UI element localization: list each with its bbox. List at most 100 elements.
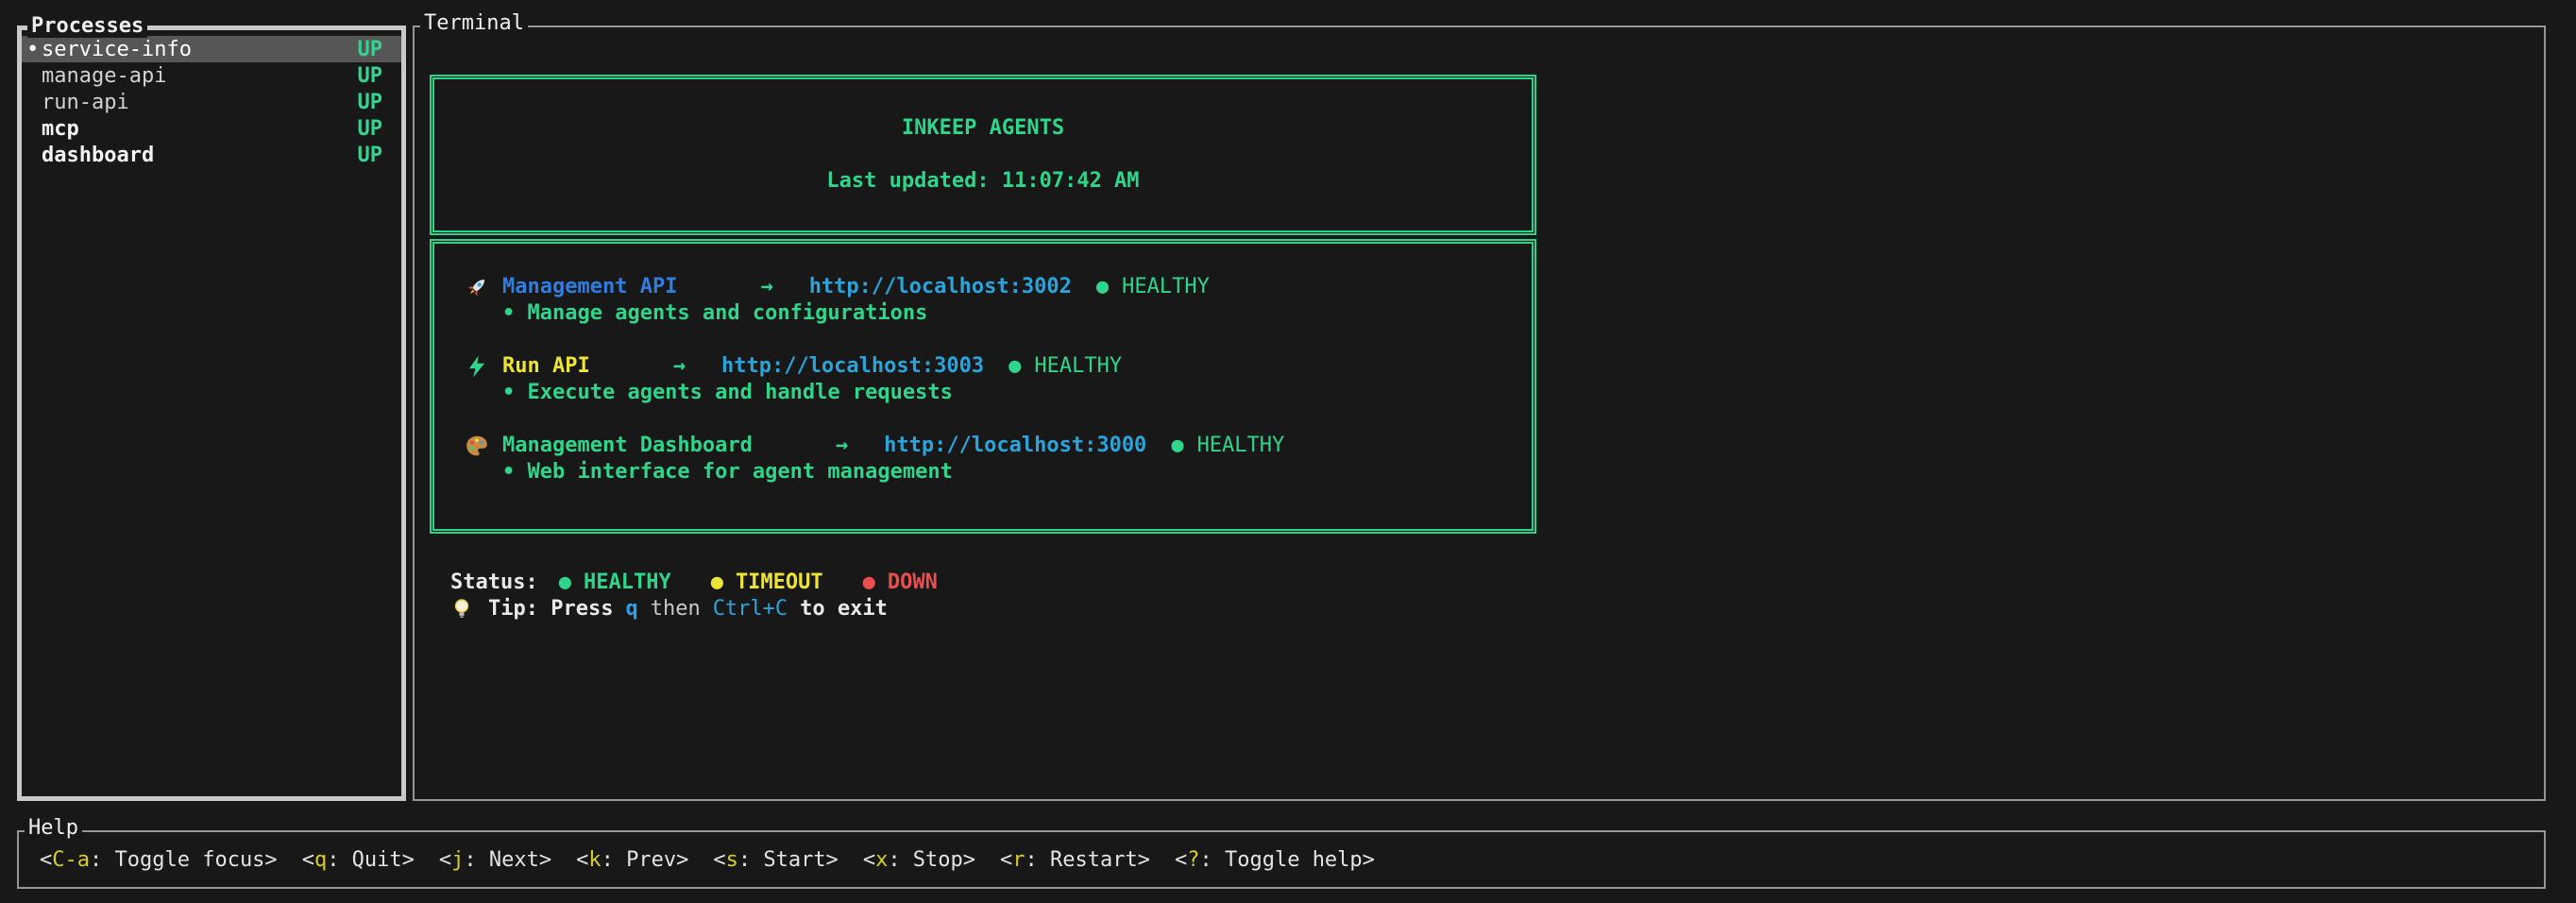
process-name: service-info (42, 38, 358, 61)
process-row-service-info[interactable]: • service-info UP (22, 36, 401, 62)
services-box: Management API → http://localhost:3002 ●… (430, 239, 1536, 534)
shortcut-key: s (726, 848, 738, 872)
service-url[interactable]: http://localhost:3003 (721, 353, 984, 380)
shortcut-open-bracket: < (1175, 848, 1187, 872)
selected-bullet (26, 117, 42, 141)
shortcut-open-bracket: < (863, 848, 875, 872)
selected-bullet (26, 144, 42, 167)
lightning-icon (465, 354, 502, 379)
shortcut-open-bracket: < (576, 848, 588, 872)
shortcut-key: j (451, 848, 464, 872)
shortcut-label: : Restart> (1025, 848, 1150, 872)
tip-line: Tip: Press q then Ctrl+C to exit (450, 596, 900, 622)
health-dot-icon: ● (1008, 353, 1021, 380)
health-dot-icon: ● (1096, 274, 1109, 300)
shortcut-toggle-help: <?: Toggle help> (1175, 848, 1375, 872)
service-name: Management Dashboard (502, 433, 753, 459)
selected-bullet: • (26, 38, 42, 61)
help-bar: Help <C-a: Toggle focus> <q: Quit> <j: N… (17, 830, 2546, 889)
shortcut-open-bracket: < (302, 848, 314, 872)
process-row-dashboard[interactable]: dashboard UP (22, 142, 401, 168)
palette-icon (465, 434, 502, 458)
shortcut-stop: <x: Stop> (863, 848, 975, 872)
shortcut-label: : Prev> (602, 848, 689, 872)
shortcut-restart: <r: Restart> (1000, 848, 1150, 872)
shortcut-prev: <k: Prev> (576, 848, 688, 872)
process-row-mcp[interactable]: mcp UP (22, 115, 401, 142)
shortcut-open-bracket: < (1000, 848, 1012, 872)
down-label: DOWN (888, 570, 938, 596)
banner-title: INKEEP AGENTS (902, 115, 1064, 142)
service-health-status: HEALTHY (1197, 433, 1285, 459)
healthy-label: HEALTHY (584, 570, 671, 596)
help-shortcuts: <C-a: Toggle focus> <q: Quit> <j: Next> … (19, 832, 2544, 887)
shortcut-label: : Next> (464, 848, 551, 872)
shortcut-label: : Stop> (888, 848, 975, 872)
shortcut-next: <j: Next> (439, 848, 551, 872)
health-dot-icon: ● (1171, 433, 1183, 459)
arrow-icon: → (760, 274, 772, 300)
shortcut-key: ? (1187, 848, 1199, 872)
last-updated-text: Last updated: 11:07:42 AM (826, 168, 1139, 195)
shortcut-key: r (1012, 848, 1025, 872)
shortcut-label: : Toggle focus> (90, 848, 278, 872)
tip-conjunction-text: then (651, 596, 701, 622)
service-health-status: HEALTHY (1034, 353, 1122, 380)
down-dot-icon: ● (863, 570, 875, 596)
process-name: run-api (42, 91, 358, 114)
process-name: dashboard (42, 144, 358, 167)
timeout-dot-icon: ● (711, 570, 723, 596)
process-name: manage-api (42, 64, 358, 88)
shortcut-toggle-focus: <C-a: Toggle focus> (40, 848, 278, 872)
shortcut-open-bracket: < (713, 848, 725, 872)
service-name: Management API (502, 274, 677, 300)
service-row: Run API → http://localhost:3003 ● HEALTH… (465, 353, 1532, 380)
process-list: • service-info UP manage-api UP run-api … (22, 30, 401, 168)
service-url[interactable]: http://localhost:3002 (809, 274, 1072, 300)
service-url[interactable]: http://localhost:3000 (884, 433, 1146, 459)
shortcut-key: q (314, 848, 327, 872)
processes-panel: Processes • service-info UP manage-api U… (17, 26, 406, 801)
shortcut-key: C-a (52, 848, 90, 872)
lightbulb-icon (450, 597, 488, 622)
help-bar-title: Help (25, 816, 82, 840)
terminal-panel-title: Terminal (420, 11, 528, 35)
tip-tail-text: to exit (800, 596, 888, 622)
spacer (465, 327, 1532, 353)
shortcut-key: k (588, 848, 601, 872)
shortcut-label: : Start> (738, 848, 839, 872)
processes-panel-title: Processes (27, 14, 147, 38)
process-name: mcp (42, 117, 358, 141)
arrow-icon: → (673, 353, 686, 380)
shortcut-label: : Quit> (327, 848, 415, 872)
banner-box: INKEEP AGENTS Last updated: 11:07:42 AM (430, 75, 1536, 235)
terminal-panel[interactable]: Terminal INKEEP AGENTS Last updated: 11:… (413, 26, 2546, 801)
shortcut-open-bracket: < (40, 848, 52, 872)
tip-lead-text: Tip: Press (488, 596, 613, 622)
shortcut-label: : Toggle help> (1199, 848, 1374, 872)
shortcut-open-bracket: < (439, 848, 451, 872)
process-row-manage-api[interactable]: manage-api UP (22, 62, 401, 89)
tip-quit-key: q (625, 596, 637, 622)
process-status-badge: UP (358, 91, 383, 114)
service-name: Run API (502, 353, 590, 380)
process-status-badge: UP (358, 38, 383, 61)
selected-bullet (26, 91, 42, 114)
shortcut-quit: <q: Quit> (302, 848, 415, 872)
service-description: • Manage agents and configurations (465, 300, 1532, 327)
spacer (465, 406, 1532, 433)
shortcut-start: <s: Start> (713, 848, 838, 872)
arrow-icon: → (836, 433, 848, 459)
service-description: • Execute agents and handle requests (465, 380, 1532, 406)
process-status-badge: UP (358, 64, 383, 88)
process-status-badge: UP (358, 117, 383, 141)
selected-bullet (26, 64, 42, 88)
service-description: • Web interface for agent management (465, 459, 1532, 486)
healthy-dot-icon: ● (559, 570, 571, 596)
service-row: Management API → http://localhost:3002 ●… (465, 274, 1532, 300)
process-status-badge: UP (358, 144, 383, 167)
service-health-status: HEALTHY (1122, 274, 1210, 300)
process-row-run-api[interactable]: run-api UP (22, 89, 401, 115)
service-row: Management Dashboard → http://localhost:… (465, 433, 1532, 459)
status-legend: Status: ● HEALTHY ● TIMEOUT ● DOWN (450, 570, 977, 596)
